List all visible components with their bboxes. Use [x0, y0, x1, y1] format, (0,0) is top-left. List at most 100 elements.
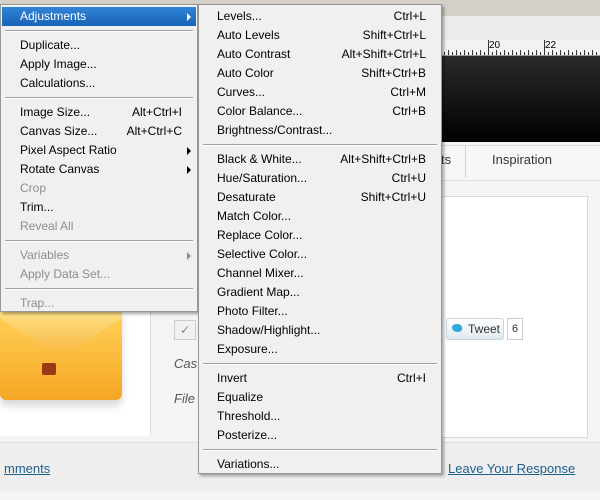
- ruler-tick: [520, 50, 521, 55]
- menu-item-label: Apply Image...: [20, 57, 97, 71]
- ruler-tick: [452, 52, 453, 55]
- menu-item-crop: Crop: [2, 179, 196, 198]
- menu-item-brightness-contrast[interactable]: Brightness/Contrast...: [200, 121, 440, 140]
- menu-item-label: Auto Levels: [217, 28, 280, 42]
- menu-item-label: Canvas Size...: [20, 124, 98, 138]
- menu-item-label: Curves...: [217, 85, 266, 99]
- menu-item-threshold[interactable]: Threshold...: [200, 407, 440, 426]
- menu-item-label: Equalize: [217, 390, 264, 404]
- menu-item-label: Duplicate...: [20, 38, 81, 52]
- ruler-tick: [480, 50, 481, 55]
- menu-item-curves[interactable]: Curves... Ctrl+M: [200, 83, 440, 102]
- menu-item-calculations[interactable]: Calculations...: [2, 74, 196, 93]
- ruler-tick: [508, 52, 509, 55]
- ruler-tick: [484, 52, 485, 55]
- menu-separator: [5, 30, 193, 32]
- menu-item-posterize[interactable]: Posterize...: [200, 426, 440, 445]
- menu-separator: [5, 240, 193, 242]
- comments-link[interactable]: mments: [4, 461, 50, 476]
- menu-item-apply-data-set: Apply Data Set...: [2, 265, 196, 284]
- menu-item-rotate-canvas[interactable]: Rotate Canvas: [2, 160, 196, 179]
- menu-item-variations[interactable]: Variations...: [200, 455, 440, 474]
- menu-item-label: Brightness/Contrast...: [217, 123, 333, 137]
- menu-item-label: Desaturate: [217, 190, 276, 204]
- ruler-tick: [488, 40, 489, 55]
- menu-item-canvas-size[interactable]: Canvas Size... Alt+Ctrl+C: [2, 122, 196, 141]
- adjustments-submenu: Levels... Ctrl+L Auto Levels Shift+Ctrl+L Au…: [198, 4, 442, 474]
- ruler-label-22: 22: [545, 40, 557, 51]
- nav-tab-partial[interactable]: ts: [441, 152, 451, 167]
- menu-item-channel-mixer[interactable]: Channel Mixer...: [200, 264, 440, 283]
- ruler-tick: [572, 52, 573, 55]
- menu-item-desaturate[interactable]: Desaturate Shift+Ctrl+U: [200, 188, 440, 207]
- menu-item-selective-color[interactable]: Selective Color...: [200, 245, 440, 264]
- menu-item-shortcut: Alt+Ctrl+C: [126, 124, 182, 138]
- menu-item-replace-color[interactable]: Replace Color...: [200, 226, 440, 245]
- menu-item-auto-levels[interactable]: Auto Levels Shift+Ctrl+L: [200, 26, 440, 45]
- menu-item-label: Rotate Canvas: [20, 162, 100, 176]
- menu-item-label: Crop: [20, 181, 47, 195]
- nav-tab-inspiration[interactable]: Inspiration: [492, 152, 552, 167]
- ruler-tick: [456, 50, 457, 55]
- menu-item-hue-saturation[interactable]: Hue/Saturation... Ctrl+U: [200, 169, 440, 188]
- menu-item-auto-contrast[interactable]: Auto Contrast Alt+Shift+Ctrl+L: [200, 45, 440, 64]
- ruler-tick: [464, 50, 465, 55]
- ruler-tick: [564, 52, 565, 55]
- menu-item-apply-image[interactable]: Apply Image...: [2, 55, 196, 74]
- menu-separator: [203, 449, 437, 451]
- menu-item-duplicate[interactable]: Duplicate...: [2, 36, 196, 55]
- menu-separator: [203, 144, 437, 146]
- ruler-tick: [524, 52, 525, 55]
- ruler-tick: [568, 50, 569, 55]
- twitter-bird-icon: [452, 324, 462, 332]
- menu-item-label: Photo Filter...: [217, 304, 288, 318]
- like-check-button[interactable]: ✓: [174, 320, 196, 340]
- submenu-arrow-icon: [187, 166, 191, 174]
- menu-item-label: Variations...: [217, 457, 280, 471]
- menu-item-label: Shadow/Highlight...: [217, 323, 321, 337]
- ruler-tick: [536, 50, 537, 55]
- menu-item-image-size[interactable]: Image Size... Alt+Ctrl+I: [2, 103, 196, 122]
- menu-item-gradient-map[interactable]: Gradient Map...: [200, 283, 440, 302]
- leave-response-link[interactable]: Leave Your Response: [448, 461, 575, 476]
- menu-item-black-and-white[interactable]: Black & White... Alt+Shift+Ctrl+B: [200, 150, 440, 169]
- ruler-tick: [596, 52, 597, 55]
- menu-item-shortcut: Alt+Ctrl+I: [131, 105, 182, 119]
- menu-item-label: Gradient Map...: [217, 285, 300, 299]
- ruler-tick: [580, 52, 581, 55]
- menu-item-photo-filter[interactable]: Photo Filter...: [200, 302, 440, 321]
- menu-item-color-balance[interactable]: Color Balance... Ctrl+B: [200, 102, 440, 121]
- submenu-arrow-icon: [187, 147, 191, 155]
- menu-item-shadow-highlight[interactable]: Shadow/Highlight...: [200, 321, 440, 340]
- menu-item-exposure[interactable]: Exposure...: [200, 340, 440, 359]
- tweet-button[interactable]: Tweet: [446, 318, 504, 340]
- menu-item-shortcut: Ctrl+L: [393, 9, 426, 23]
- menu-item-label: Adjustments: [20, 9, 87, 23]
- document-canvas[interactable]: [438, 56, 600, 142]
- menu-item-trap: Trap...: [2, 294, 196, 313]
- menu-item-match-color[interactable]: Match Color...: [200, 207, 440, 226]
- ruler-tick: [548, 52, 549, 55]
- menu-item-trim[interactable]: Trim...: [2, 198, 196, 217]
- menu-item-adjustments[interactable]: Adjustments: [2, 7, 196, 26]
- tweet-count-badge: 6: [507, 318, 523, 340]
- file-label: File: [174, 391, 195, 406]
- ruler-tick: [584, 50, 585, 55]
- menu-item-label: Trim...: [20, 200, 54, 214]
- menu-item-label: Pixel Aspect Ratio: [20, 143, 117, 157]
- ruler-tick: [544, 40, 545, 55]
- ruler-tick: [492, 52, 493, 55]
- menu-item-shortcut: Ctrl+B: [392, 104, 426, 118]
- menu-item-levels[interactable]: Levels... Ctrl+L: [200, 7, 440, 26]
- ruler-tick: [532, 52, 533, 55]
- menu-item-label: Trap...: [20, 296, 55, 310]
- ruler-tick: [476, 52, 477, 55]
- menu-item-pixel-aspect-ratio[interactable]: Pixel Aspect Ratio: [2, 141, 196, 160]
- menu-item-equalize[interactable]: Equalize: [200, 388, 440, 407]
- menu-item-shortcut: Shift+Ctrl+L: [362, 28, 426, 42]
- menu-item-auto-color[interactable]: Auto Color Shift+Ctrl+B: [200, 64, 440, 83]
- menu-item-variables: Variables: [2, 246, 196, 265]
- menu-item-label: Image Size...: [20, 105, 91, 119]
- content-panel: [438, 196, 588, 438]
- menu-item-invert[interactable]: Invert Ctrl+I: [200, 369, 440, 388]
